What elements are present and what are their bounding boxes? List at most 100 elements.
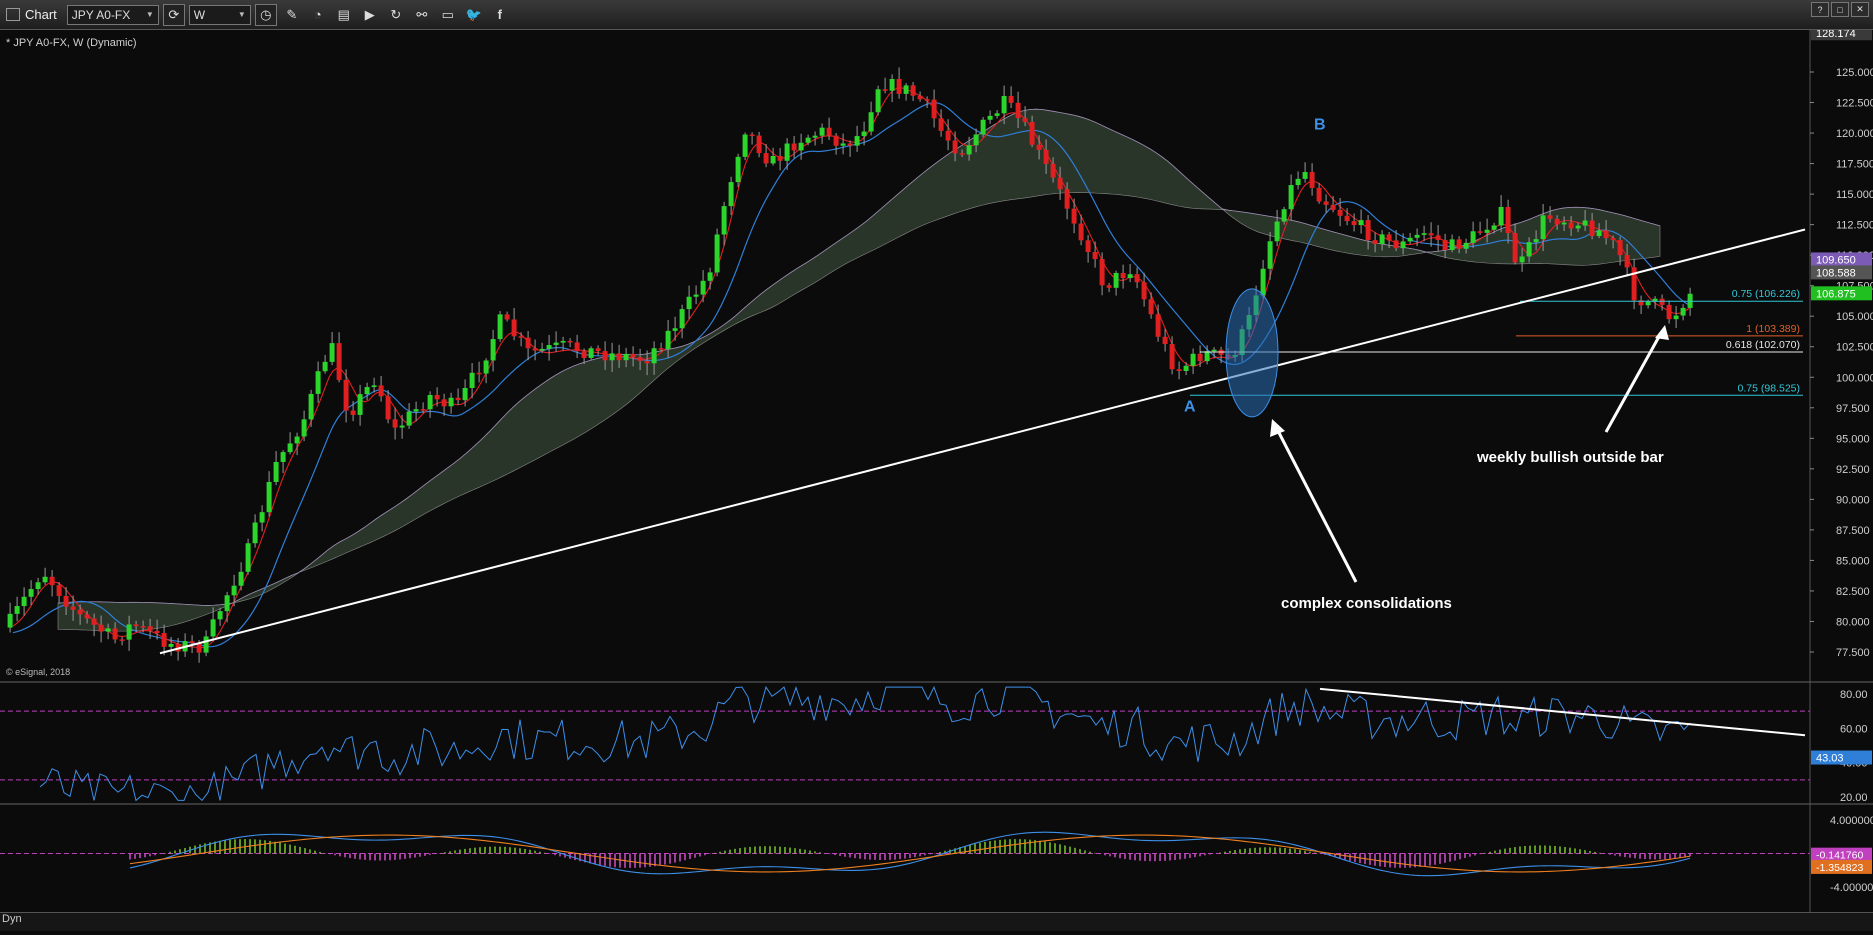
candle-body: [1477, 231, 1483, 233]
candle-body: [77, 609, 83, 615]
candle-body: [791, 143, 797, 151]
candle-body: [1358, 220, 1364, 226]
candle-body: [987, 115, 993, 120]
candle-body: [399, 425, 405, 428]
rsi-pane[interactable]: [0, 685, 1810, 802]
candle-body: [1169, 344, 1175, 370]
macd-tick-label: 4.000000: [1830, 815, 1873, 827]
candle-body: [1659, 298, 1665, 305]
maximize-button[interactable]: □: [1831, 2, 1849, 17]
candle-body: [994, 113, 1000, 116]
candle-body: [280, 452, 286, 462]
facebook-button[interactable]: f: [489, 4, 511, 26]
candle-body: [693, 294, 699, 297]
candle-body: [462, 388, 468, 401]
candle-body: [1428, 233, 1434, 236]
play-button[interactable]: ▶: [359, 4, 381, 26]
window-title: Chart: [0, 7, 67, 22]
candle-body: [1463, 242, 1469, 249]
candle-body: [553, 342, 559, 346]
candle-body: [259, 512, 265, 523]
candle-body: [1071, 208, 1077, 224]
price-tick-label: 112.500: [1836, 220, 1873, 232]
candle-body: [1043, 149, 1049, 164]
candle-body: [854, 136, 860, 146]
candle-body: [168, 643, 174, 647]
candle-body: [938, 118, 944, 131]
candle-body: [735, 156, 741, 183]
close-button[interactable]: ✕: [1851, 2, 1869, 17]
candle-body: [581, 351, 587, 358]
candle-body: [1645, 301, 1651, 306]
gauge-icon: ◔: [313, 7, 322, 22]
interval-combo[interactable]: W ▼: [188, 4, 251, 25]
message-icon: ▭: [441, 6, 454, 22]
candle-body: [63, 595, 69, 607]
price-tick-label: 90.000: [1836, 494, 1870, 506]
candle-body: [322, 361, 328, 372]
candle-body: [1491, 225, 1497, 230]
refresh-icon: ↻: [390, 6, 402, 22]
chart-svg[interactable]: 0.75 (106.226) 1 (103.389) 0.618 (102.070)…: [0, 26, 1873, 930]
candle-body: [1281, 209, 1287, 222]
link-button[interactable]: ⚯: [411, 4, 433, 26]
symbol-combo[interactable]: JPY A0-FX ▼: [66, 4, 159, 25]
candle-body: [1666, 304, 1672, 320]
clock-button[interactable]: ◷: [254, 3, 277, 26]
candle-body: [658, 348, 664, 350]
candle-body: [1512, 233, 1518, 263]
candle-body: [1036, 144, 1042, 150]
candle-body: [105, 628, 111, 632]
candle-body: [189, 641, 195, 644]
candle-body: [1498, 206, 1504, 226]
price-pane[interactable]: 0.75 (106.226) 1 (103.389) 0.618 (102.070)…: [0, 30, 1810, 682]
candle-body: [350, 410, 356, 415]
twitter-button[interactable]: 🐦: [463, 4, 485, 26]
candle-body: [560, 340, 566, 343]
refresh-button[interactable]: ↻: [385, 4, 407, 26]
candle-body: [1393, 240, 1399, 249]
candle-body: [1162, 336, 1168, 345]
draw-button[interactable]: ✎: [281, 4, 303, 26]
candle-body: [1442, 239, 1448, 251]
candle-body: [539, 348, 545, 351]
price-tick-label: 125.000: [1836, 67, 1873, 79]
gauge-button[interactable]: ◔: [307, 4, 329, 26]
candle-body: [203, 636, 209, 653]
chart-window-icon: [6, 8, 20, 21]
chart-area[interactable]: 0.75 (106.226) 1 (103.389) 0.618 (102.070)…: [0, 26, 1873, 930]
candle-body: [1456, 239, 1462, 249]
candle-body: [609, 353, 615, 361]
candle-body: [1386, 234, 1392, 241]
candle-body: [406, 411, 412, 426]
candle-body: [224, 595, 230, 612]
rsi-line: [39, 685, 1691, 802]
price-tag-label: 106.875: [1816, 288, 1856, 300]
study-button[interactable]: ▤: [333, 4, 355, 26]
macd-pane[interactable]: [0, 831, 1810, 877]
candle-body: [1400, 241, 1406, 249]
dyn-label[interactable]: Dyn: [2, 913, 22, 925]
candle-body: [434, 394, 440, 400]
candle-body: [798, 142, 804, 151]
candle-body: [518, 336, 524, 338]
message-button[interactable]: ▭: [437, 4, 459, 26]
rsi-value-label: 43.03: [1816, 753, 1844, 765]
candle-body: [833, 135, 839, 146]
candle-body: [931, 99, 937, 119]
candle-body: [1624, 255, 1630, 268]
candle-body: [525, 337, 531, 349]
candle-body: [1379, 234, 1385, 245]
candle-body: [1057, 177, 1063, 190]
help-button[interactable]: ?: [1811, 2, 1829, 17]
cycle-button[interactable]: ⟳: [162, 3, 185, 26]
candle-body: [70, 606, 76, 610]
candle-body: [1092, 251, 1098, 260]
candle-body: [1484, 229, 1490, 233]
candle-body: [1568, 222, 1574, 229]
candle-body: [959, 153, 965, 155]
candle-body: [1099, 259, 1105, 286]
candle-body: [1134, 274, 1140, 283]
candle-body: [868, 112, 874, 132]
candle-body: [511, 319, 517, 337]
